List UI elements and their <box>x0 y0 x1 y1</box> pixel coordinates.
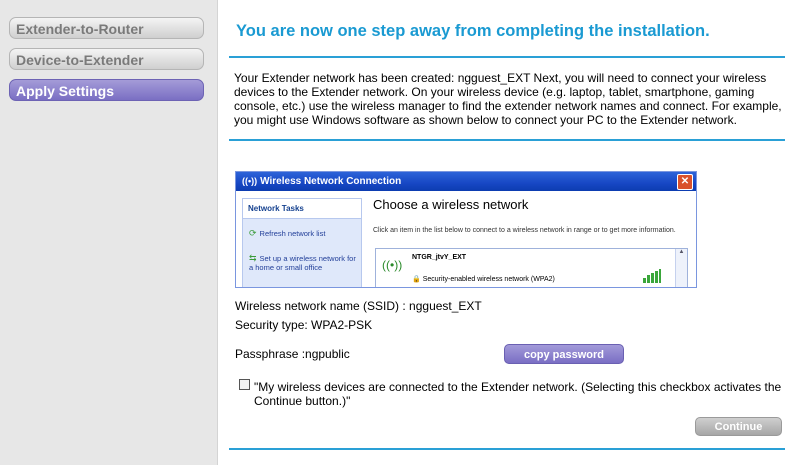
scrollbar: ▲ <box>675 249 687 287</box>
security-type-text: Security type: WPA2-PSK <box>235 318 373 332</box>
setup-network-icon: ⇆ <box>249 253 257 263</box>
sidebar-item-device-to-extender[interactable]: Device-to-Extender <box>9 48 204 70</box>
close-icon: ✕ <box>677 174 693 190</box>
setup-task-label: Set up a wireless network for a home or … <box>249 254 356 272</box>
passphrase-text: Passphrase :ngpublic <box>235 347 350 361</box>
setup-task: ⇆ Set up a wireless network for a home or… <box>249 253 357 273</box>
lock-icon: 🔒 <box>412 276 421 283</box>
refresh-task-label: Refresh network list <box>259 229 326 238</box>
windows-wireless-screenshot: ((•)) Wireless Network Connection ✕ Netwo… <box>235 171 697 288</box>
intro-text: Your Extender network has been created: … <box>234 71 782 127</box>
network-security: 🔒 Security-enabled wireless network (WPA2… <box>412 275 555 283</box>
network-tasks-panel: Network Tasks ⟳ Refresh network list ⇆ Set… <box>242 198 362 287</box>
sidebar: Extender-to-Router Device-to-Extender Ap… <box>0 0 218 465</box>
screenshot-titlebar: ((•)) Wireless Network Connection ✕ <box>236 172 696 191</box>
checkbox-label: "My wireless devices are connected to th… <box>254 380 782 408</box>
network-signal-icon: ((•)) <box>382 258 403 272</box>
divider-middle <box>229 139 785 141</box>
page-title: You are now one step away from completin… <box>236 22 710 40</box>
main-content: You are now one step away from completin… <box>229 0 785 465</box>
choose-network-title: Choose a wireless network <box>373 197 529 212</box>
network-name: NTGR_jtvY_EXT <box>412 254 467 261</box>
sidebar-item-apply-settings[interactable]: Apply Settings <box>9 79 204 101</box>
copy-password-button[interactable]: copy password <box>504 344 624 364</box>
screenshot-window-title: Wireless Network Connection <box>260 176 402 187</box>
continue-button[interactable]: Continue <box>695 417 782 436</box>
network-tasks-header: Network Tasks <box>243 199 361 219</box>
divider-bottom <box>229 448 785 450</box>
ssid-text: Wireless network name (SSID) : ngguest_E… <box>235 299 482 313</box>
refresh-icon: ⟳ <box>249 228 257 238</box>
refresh-task: ⟳ Refresh network list <box>249 228 326 239</box>
choose-network-hint: Click an item in the list below to conne… <box>373 227 676 234</box>
signal-strength-icon <box>643 269 661 283</box>
network-list: ((•)) NTGR_jtvY_EXT 🔒 Security-enabled wi… <box>375 248 688 287</box>
divider-top <box>229 56 785 58</box>
devices-connected-checkbox[interactable] <box>239 379 250 390</box>
network-security-label: Security-enabled wireless network (WPA2) <box>422 276 555 283</box>
wifi-icon: ((•)) <box>242 176 258 186</box>
sidebar-item-extender-to-router[interactable]: Extender-to-Router <box>9 17 204 39</box>
